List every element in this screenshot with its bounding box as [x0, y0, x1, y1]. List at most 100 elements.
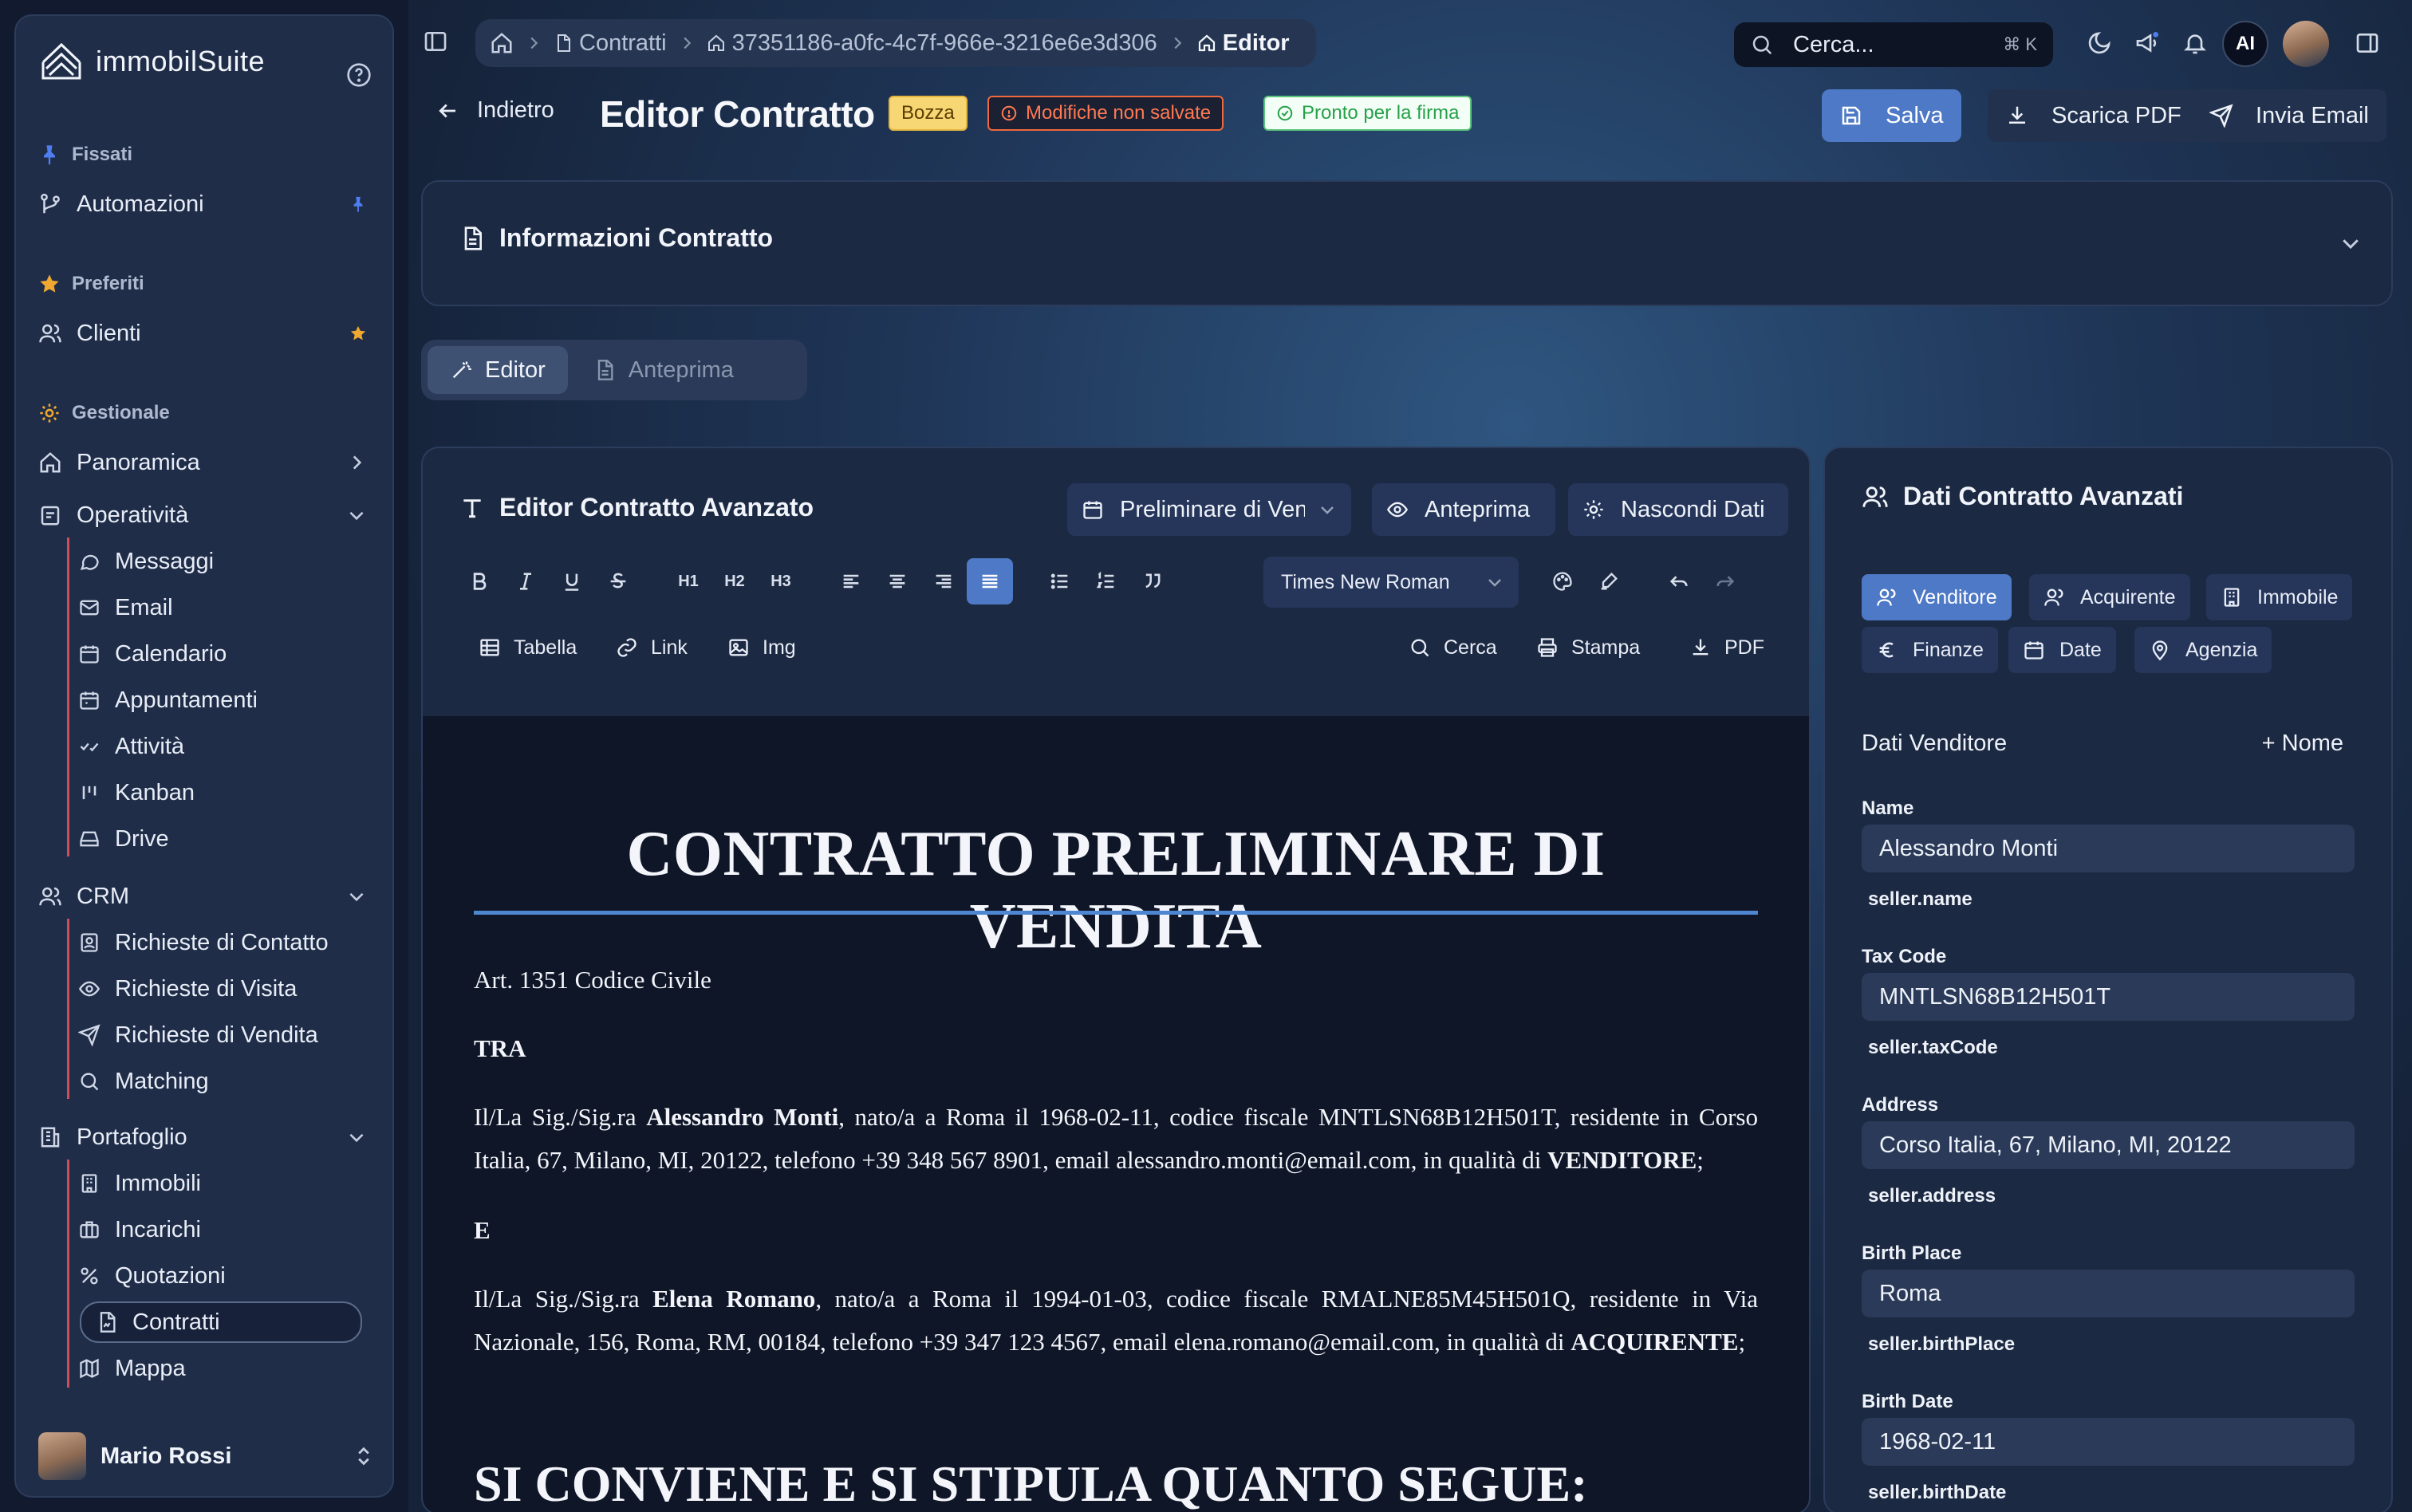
- user-menu[interactable]: Mario Rossi: [38, 1429, 389, 1483]
- megaphone-icon[interactable]: [2134, 30, 2160, 56]
- users-icon: [38, 884, 62, 908]
- tab-finance[interactable]: Finanze: [1862, 627, 1998, 673]
- sidebar-item-automations[interactable]: Automazioni: [38, 183, 389, 225]
- document-seller-paragraph: Il/La Sig./Sig.ra Alessandro Monti, nato…: [474, 1103, 1758, 1174]
- save-button[interactable]: Salva: [1822, 89, 1961, 142]
- table-icon: [479, 636, 501, 659]
- brand[interactable]: immobilSuite: [38, 38, 265, 85]
- sidebar-item-matching[interactable]: Matching: [78, 1061, 357, 1102]
- redo-button[interactable]: [1702, 558, 1748, 604]
- eye-icon: [78, 978, 100, 1000]
- tab-agency[interactable]: Agenzia: [2134, 627, 2272, 673]
- sidebar-toggle-icon[interactable]: [423, 29, 448, 54]
- numbered-list-button[interactable]: [1083, 558, 1129, 604]
- moon-icon[interactable]: [2087, 30, 2112, 56]
- insert-link-button[interactable]: Link: [616, 625, 688, 670]
- seller-tax-code-input[interactable]: MNTLSN68B12H501T: [1862, 973, 2355, 1021]
- panel-right-icon[interactable]: [2355, 30, 2380, 56]
- bell-icon[interactable]: [2182, 30, 2208, 56]
- seller-birth-date-input[interactable]: 1968-02-11: [1862, 1418, 2355, 1466]
- sidebar-item-quotations[interactable]: Quotazioni: [78, 1255, 357, 1297]
- heading-1-button[interactable]: H1: [665, 558, 711, 604]
- align-left-button[interactable]: [828, 558, 874, 604]
- quote-button[interactable]: [1129, 558, 1176, 604]
- download-pdf-button[interactable]: Scarica PDF: [1988, 89, 2199, 142]
- document-canvas[interactable]: CONTRATTO PRELIMINARE DI VENDITA Art. 13…: [423, 716, 1809, 1512]
- help-icon[interactable]: [346, 62, 372, 88]
- tab-property[interactable]: Immobile: [2206, 574, 2353, 620]
- sidebar-item-overview[interactable]: Panoramica: [38, 442, 389, 483]
- align-right-button[interactable]: [920, 558, 967, 604]
- sidebar-item-drive[interactable]: Drive: [78, 818, 357, 860]
- sidebar-item-operations[interactable]: Operatività: [38, 494, 389, 536]
- bullet-list-button[interactable]: [1037, 558, 1083, 604]
- tab-preview[interactable]: Anteprima: [571, 346, 756, 394]
- align-justify-button[interactable]: [967, 558, 1013, 604]
- send-email-button[interactable]: Invia Email: [2192, 89, 2386, 142]
- section-management-label: Gestionale: [72, 402, 170, 423]
- sidebar-item-assignments[interactable]: Incarichi: [78, 1209, 357, 1250]
- heading-3-button[interactable]: H3: [758, 558, 804, 604]
- font-family-select[interactable]: Times New Roman: [1263, 557, 1519, 608]
- file-text-icon: [593, 359, 616, 381]
- tab-editor[interactable]: Editor: [428, 346, 568, 394]
- breadcrumb-contracts[interactable]: Contratti: [554, 30, 667, 57]
- sidebar-item-activities[interactable]: Attività: [78, 726, 357, 767]
- ai-assistant-button[interactable]: AI: [2222, 21, 2268, 67]
- bold-button[interactable]: [456, 558, 503, 604]
- undo-button[interactable]: [1656, 558, 1702, 604]
- seller-address-input[interactable]: Corso Italia, 67, Milano, MI, 20122: [1862, 1121, 2355, 1169]
- page-header: Indietro Editor Contratto Bozza Modifich…: [408, 88, 2412, 159]
- send-icon: [2209, 104, 2233, 128]
- seller-birth-place-input[interactable]: Roma: [1862, 1270, 2355, 1317]
- sidebar-item-clients[interactable]: Clienti: [38, 313, 389, 354]
- home-icon[interactable]: [490, 31, 514, 55]
- sidebar-item-properties[interactable]: Immobili: [78, 1163, 357, 1204]
- back-button[interactable]: Indietro: [436, 97, 554, 124]
- sidebar-item-contact-requests[interactable]: Richieste di Contatto: [78, 922, 357, 963]
- chevron-right-icon: [1169, 34, 1186, 52]
- sidebar-item-calendar[interactable]: Calendario: [78, 633, 357, 675]
- text-color-button[interactable]: [1539, 558, 1586, 604]
- align-center-button[interactable]: [874, 558, 920, 604]
- sidebar-item-contracts[interactable]: Contratti: [80, 1301, 362, 1343]
- sidebar-item-email[interactable]: Email: [78, 587, 357, 628]
- sidebar-item-crm[interactable]: CRM: [38, 876, 389, 917]
- tab-buyer[interactable]: Acquirente: [2029, 574, 2190, 620]
- sidebar-item-label: Contratti: [132, 1309, 220, 1335]
- heading-2-button[interactable]: H2: [711, 558, 758, 604]
- sidebar-item-messages[interactable]: Messaggi: [78, 541, 357, 582]
- sidebar-item-appointments[interactable]: Appuntamenti: [78, 679, 357, 721]
- sidebar-item-visit-requests[interactable]: Richieste di Visita: [78, 968, 357, 1010]
- breadcrumb-contract-id[interactable]: 37351186-a0fc-4c7f-966e-3216e6e3d306: [707, 30, 1157, 57]
- template-select[interactable]: Preliminare di Vendita: [1067, 483, 1351, 536]
- sidebar-item-label: Quotazioni: [115, 1262, 226, 1289]
- preview-button[interactable]: Anteprima: [1372, 483, 1555, 536]
- pinned-marker-icon[interactable]: [349, 195, 367, 213]
- tab-seller[interactable]: Venditore: [1862, 574, 2012, 620]
- strikethrough-button[interactable]: [595, 558, 641, 604]
- add-name-button[interactable]: + Nome: [2262, 730, 2343, 757]
- insert-image-button[interactable]: Img: [727, 625, 796, 670]
- favorite-marker-icon[interactable]: [349, 325, 367, 342]
- strikethrough-icon: [607, 570, 629, 593]
- tab-dates[interactable]: Date: [2008, 627, 2116, 673]
- export-pdf-button[interactable]: PDF: [1689, 625, 1764, 670]
- italic-button[interactable]: [503, 558, 549, 604]
- global-search[interactable]: Cerca... ⌘ K: [1734, 22, 2053, 67]
- insert-table-button[interactable]: Tabella: [479, 625, 577, 670]
- chevron-down-icon[interactable]: [2339, 231, 2363, 255]
- hide-data-button[interactable]: Nascondi Dati: [1568, 483, 1788, 536]
- avatar[interactable]: [2283, 21, 2329, 67]
- sidebar-item-map[interactable]: Mappa: [78, 1348, 357, 1389]
- chevron-right-icon: [346, 452, 367, 473]
- underline-button[interactable]: [549, 558, 595, 604]
- sidebar-item-sale-requests[interactable]: Richieste di Vendita: [78, 1014, 357, 1056]
- seller-name-input[interactable]: Alessandro Monti: [1862, 825, 2355, 872]
- print-button[interactable]: Stampa: [1536, 625, 1640, 670]
- find-button[interactable]: Cerca: [1409, 625, 1497, 670]
- sidebar-item-kanban[interactable]: Kanban: [78, 772, 357, 813]
- sidebar-item-portfolio[interactable]: Portafoglio: [38, 1116, 389, 1158]
- contract-info-panel[interactable]: Informazioni Contratto: [421, 180, 2393, 306]
- highlight-button[interactable]: [1586, 558, 1632, 604]
